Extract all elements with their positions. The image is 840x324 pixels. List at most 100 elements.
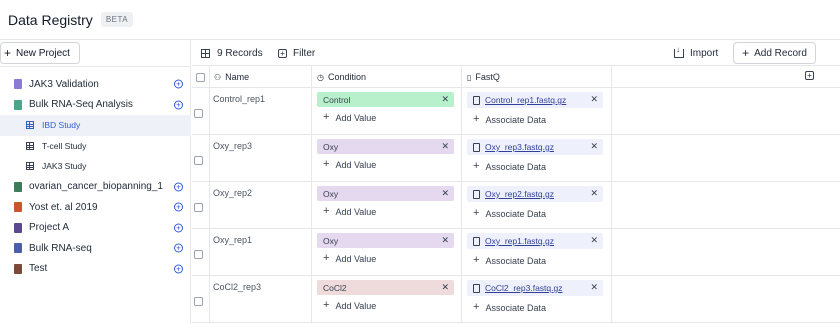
add-column-icon[interactable]: + [805,71,814,80]
file-icon [473,236,480,246]
condition-column-icon: ◷ [317,72,324,82]
column-header-fastq[interactable]: ▯ FastQ [462,66,612,88]
fastq-cell: Oxy_rep2.fastq.gz ✕ + Associate Data [462,182,612,229]
select-all-checkbox[interactable] [196,72,205,82]
remove-file-icon[interactable]: ✕ [590,139,598,154]
name-cell[interactable]: CoCl2_rep3 [192,276,312,323]
sidebar-project-item[interactable]: ovarian_cancer_biopanning_1 + [0,177,191,198]
name-cell[interactable]: Oxy_rep2 [192,182,312,229]
file-link[interactable]: CoCl2_rep3.fastq.gz [485,283,563,293]
record-name: CoCl2_rep3 [213,282,262,292]
name-cell[interactable]: Oxy_rep3 [192,135,312,182]
remove-tag-icon[interactable]: ✕ [441,139,449,154]
condition-cell: Oxy ✕ + Add Value [312,229,462,276]
import-label: Import [690,47,719,59]
associate-data-button[interactable]: + Associate Data [473,302,546,313]
filter-button[interactable]: + Filter [278,40,315,66]
remove-tag-icon[interactable]: ✕ [441,92,449,107]
add-study-icon[interactable]: + [174,264,183,274]
add-value-button[interactable]: + Add Value [323,300,376,311]
add-value-button[interactable]: + Add Value [323,112,376,123]
associate-data-button[interactable]: + Associate Data [473,208,546,219]
records-grid: ⚇ Name ◷ Condition ▯ FastQ + Control_rep… [192,66,840,324]
add-study-icon[interactable]: + [174,100,183,110]
filter-label: Filter [293,47,316,59]
file-icon [473,283,480,293]
plus-icon: + [323,111,330,123]
add-study-icon[interactable]: + [174,79,183,89]
remove-file-icon[interactable]: ✕ [590,280,598,295]
associate-data-button[interactable]: + Associate Data [473,255,546,266]
condition-tag-label: Oxy [323,141,339,152]
remove-tag-icon[interactable]: ✕ [441,280,449,295]
plus-icon: + [323,205,330,217]
condition-tag-label: Oxy [323,235,339,246]
condition-tag[interactable]: CoCl2 ✕ [317,280,454,295]
associate-data-button[interactable]: + Associate Data [473,114,546,125]
plus-icon: + [473,254,480,266]
add-study-icon[interactable]: + [174,202,183,212]
remove-file-icon[interactable]: ✕ [590,233,598,248]
table-row: Oxy_rep2 Oxy ✕ + Add Value Oxy_rep2.fastq.gz ✕… [192,182,840,229]
file-chip: Oxy_rep3.fastq.gz ✕ [467,139,603,155]
associate-data-label: Associate Data [485,161,546,172]
table-icon [26,141,34,150]
record-name: Control_rep1 [213,94,266,104]
table-icon [201,48,210,58]
sidebar-project-item[interactable]: Yost et. al 2019 + [0,197,191,218]
add-record-button[interactable]: + Add Record [733,42,816,64]
remove-file-icon[interactable]: ✕ [590,186,598,201]
sidebar-study-item[interactable]: JAK3 Study [0,156,191,177]
sidebar-project-item[interactable]: Bulk RNA-seq + [0,238,191,259]
condition-tag[interactable]: Control ✕ [317,92,454,107]
name-cell[interactable]: Oxy_rep1 [192,229,312,276]
sidebar-study-item[interactable]: IBD Study [0,115,191,136]
fastq-cell: Control_rep1.fastq.gz ✕ + Associate Data [462,88,612,135]
condition-tag[interactable]: Oxy ✕ [317,139,454,154]
new-project-button[interactable]: + New Project [0,42,80,64]
associate-data-button[interactable]: + Associate Data [473,161,546,172]
file-link[interactable]: Oxy_rep3.fastq.gz [485,142,554,152]
sidebar-project-item[interactable]: Bulk RNA-Seq Analysis + [0,95,191,116]
plus-icon: + [323,252,330,264]
condition-tag-label: Control [323,94,351,105]
table-icon [26,162,34,171]
add-value-label: Add Value [335,159,377,170]
column-header-name[interactable]: ⚇ Name [210,66,312,88]
remove-tag-icon[interactable]: ✕ [441,186,449,201]
file-chip: Oxy_rep2.fastq.gz ✕ [467,186,603,202]
add-value-button[interactable]: + Add Value [323,253,376,264]
file-column-icon: ▯ [467,72,472,82]
sidebar-project-item[interactable]: Project A + [0,218,191,239]
add-study-icon[interactable]: + [174,223,183,233]
file-link[interactable]: Oxy_rep2.fastq.gz [485,189,554,199]
condition-cell: Control ✕ + Add Value [312,88,462,135]
add-study-icon[interactable]: + [174,243,183,253]
records-label: 9 Records [217,47,263,59]
file-icon [473,189,480,199]
file-link[interactable]: Oxy_rep1.fastq.gz [485,236,554,246]
sidebar-item-label: JAK3 Study [42,161,87,172]
table-row: Oxy_rep3 Oxy ✕ + Add Value Oxy_rep3.fastq.gz ✕… [192,135,840,182]
records-count: 9 Records [201,40,263,66]
import-button[interactable]: Import [674,40,718,66]
sidebar-project-item[interactable]: JAK3 Validation + [0,74,191,95]
fastq-cell: CoCl2_rep3.fastq.gz ✕ + Associate Data [462,276,612,323]
file-link[interactable]: Control_rep1.fastq.gz [485,95,566,105]
sidebar-item-label: Test [29,263,48,275]
filter-icon: + [278,48,287,58]
name-cell[interactable]: Control_rep1 [192,88,312,135]
add-value-button[interactable]: + Add Value [323,206,376,217]
add-study-icon[interactable]: + [174,182,183,192]
add-value-button[interactable]: + Add Value [323,159,376,170]
condition-tag[interactable]: Oxy ✕ [317,233,454,248]
sidebar: + New Project JAK3 Validation + Bulk RNA-S… [0,40,191,324]
name-column-icon: ⚇ [214,72,222,82]
remove-tag-icon[interactable]: ✕ [441,233,449,248]
remove-file-icon[interactable]: ✕ [590,92,598,107]
sidebar-study-item[interactable]: T-cell Study [0,136,191,157]
condition-tag[interactable]: Oxy ✕ [317,186,454,201]
sidebar-item-label: ovarian_cancer_biopanning_1 [29,181,163,193]
sidebar-project-item[interactable]: Test + [0,259,191,280]
column-header-condition[interactable]: ◷ Condition [312,66,462,88]
